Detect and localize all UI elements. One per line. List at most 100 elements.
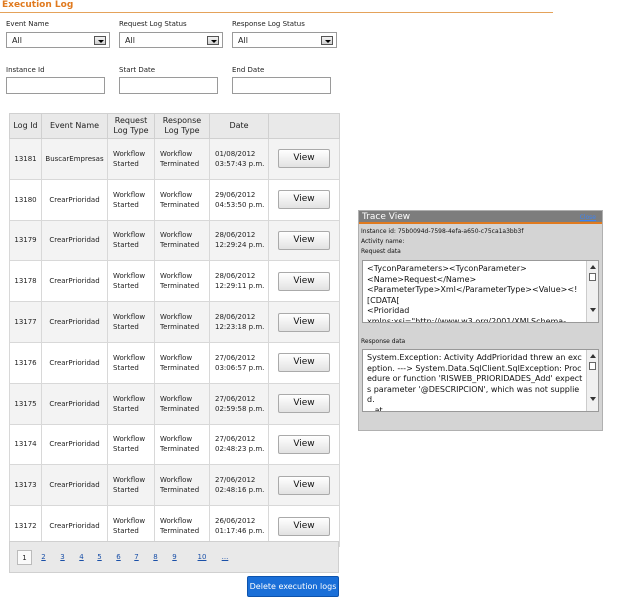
date-cell: 28/06/2012 12:23:18 p.m.: [209, 301, 269, 343]
chevron-down-icon[interactable]: [321, 36, 333, 45]
request-data-textarea[interactable]: <TyconParameters><TyconParameter> <Name>…: [362, 260, 599, 323]
table-row: 13176 CrearPrioridad Workflow Started Wo…: [9, 341, 340, 384]
date-cell: 27/06/2012 03:06:57 p.m.: [209, 341, 269, 384]
response-data-label: Response data: [361, 338, 406, 345]
request-data-text: <TyconParameters><TyconParameter> <Name>…: [367, 264, 578, 323]
page-link[interactable]: 7: [129, 550, 144, 565]
page-title: Execution Log: [2, 0, 74, 10]
log-id-cell: 13180: [9, 178, 42, 221]
close-link[interactable]: Close: [580, 214, 596, 221]
page-link[interactable]: 10: [193, 550, 211, 565]
delete-execution-logs-button[interactable]: Delete execution logs: [247, 576, 339, 597]
page-current: 1: [17, 550, 32, 565]
instance-id-label: Instance Id: [6, 66, 45, 74]
view-button[interactable]: View: [278, 312, 330, 332]
trace-view-panel: Trace View Close Instance id: 75b0094d-7…: [358, 210, 603, 431]
scroll-down-icon[interactable]: [590, 308, 596, 312]
view-button[interactable]: View: [278, 149, 330, 169]
response-type-cell: Workflow Terminated: [154, 138, 210, 180]
response-status-label: Response Log Status: [232, 20, 305, 28]
event-name-value: All: [12, 36, 22, 45]
event-name-cell: CrearPrioridad: [41, 301, 108, 343]
response-type-cell: Workflow Terminated: [154, 341, 210, 384]
response-data-textarea[interactable]: System.Exception: Activity AddPrioridad …: [362, 349, 599, 412]
header-date: Date: [209, 113, 269, 139]
response-type-cell: Workflow Terminated: [154, 178, 210, 221]
log-id-cell: 13174: [9, 423, 42, 466]
date-cell: 01/08/2012 03:57:43 p.m.: [209, 138, 269, 180]
action-cell: View: [268, 423, 340, 466]
instance-id-input[interactable]: [6, 77, 105, 94]
response-type-cell: Workflow Terminated: [154, 219, 210, 262]
header-log-id: Log Id: [9, 113, 42, 139]
view-button[interactable]: View: [278, 394, 330, 414]
end-date-input[interactable]: [232, 77, 331, 94]
response-data-text: System.Exception: Activity AddPrioridad …: [367, 353, 583, 412]
instance-id-line: Instance id: 75b0094d-7598-4efa-a650-c75…: [361, 228, 524, 235]
view-button[interactable]: View: [278, 190, 330, 210]
request-data-label: Request data: [361, 248, 401, 255]
view-button[interactable]: View: [278, 230, 330, 250]
table-row: 13173 CrearPrioridad Workflow Started Wo…: [9, 464, 340, 507]
start-date-input[interactable]: [119, 77, 218, 94]
page-link[interactable]: 4: [74, 550, 89, 565]
date-cell: 27/06/2012 02:59:58 p.m.: [209, 382, 269, 425]
chevron-down-icon[interactable]: [94, 36, 106, 45]
page-link[interactable]: 8: [148, 550, 163, 565]
scrollbar[interactable]: [586, 350, 598, 411]
table-row: 13177 CrearPrioridad Workflow Started Wo…: [9, 301, 340, 343]
end-date-label: End Date: [232, 66, 265, 74]
event-name-cell: CrearPrioridad: [41, 219, 108, 262]
action-cell: View: [268, 178, 340, 221]
pagination: 1 2 3 4 5 6 7 8 9 10 ...: [9, 541, 339, 573]
scroll-down-icon[interactable]: [590, 397, 596, 401]
response-status-value: All: [238, 36, 248, 45]
start-date-label: Start Date: [119, 66, 156, 74]
view-button[interactable]: View: [278, 516, 330, 536]
response-status-select[interactable]: All: [232, 32, 337, 48]
view-button[interactable]: View: [278, 475, 330, 495]
scroll-up-icon[interactable]: [590, 354, 596, 358]
execution-log-table: Log Id Event Name Request Log Type Respo…: [9, 113, 340, 547]
response-type-cell: Workflow Terminated: [154, 260, 210, 303]
request-status-select[interactable]: All: [119, 32, 223, 48]
page-link[interactable]: 9: [167, 550, 182, 565]
request-type-cell: Workflow Started: [107, 341, 155, 384]
page-link[interactable]: 6: [111, 550, 126, 565]
page-more-link[interactable]: ...: [216, 550, 234, 565]
action-cell: View: [268, 301, 340, 343]
event-name-cell: CrearPrioridad: [41, 260, 108, 303]
scroll-thumb[interactable]: [589, 273, 596, 281]
table-row: 13179 CrearPrioridad Workflow Started Wo…: [9, 219, 340, 262]
action-cell: View: [268, 260, 340, 303]
response-type-cell: Workflow Terminated: [154, 382, 210, 425]
page-link[interactable]: 2: [36, 550, 51, 565]
chevron-down-icon[interactable]: [207, 36, 219, 45]
event-name-cell: BuscarEmpresas: [41, 138, 108, 180]
trace-view-header: Trace View Close: [359, 211, 602, 224]
date-cell: 29/06/2012 04:53:50 p.m.: [209, 178, 269, 221]
event-name-cell: CrearPrioridad: [41, 178, 108, 221]
scroll-up-icon[interactable]: [590, 265, 596, 269]
page-link[interactable]: 5: [92, 550, 107, 565]
view-button[interactable]: View: [278, 271, 330, 291]
view-button[interactable]: View: [278, 353, 330, 373]
date-cell: 28/06/2012 12:29:11 p.m.: [209, 260, 269, 303]
trace-view-title: Trace View: [362, 212, 411, 222]
action-cell: View: [268, 382, 340, 425]
request-type-cell: Workflow Started: [107, 382, 155, 425]
scroll-thumb[interactable]: [589, 362, 596, 370]
page-link[interactable]: 3: [55, 550, 70, 565]
scrollbar[interactable]: [586, 261, 598, 322]
event-name-cell: CrearPrioridad: [41, 423, 108, 466]
date-cell: 27/06/2012 02:48:23 p.m.: [209, 423, 269, 466]
action-cell: View: [268, 219, 340, 262]
event-name-select[interactable]: All: [6, 32, 110, 48]
log-id-cell: 13178: [9, 260, 42, 303]
event-name-cell: CrearPrioridad: [41, 341, 108, 384]
log-id-cell: 13181: [9, 138, 42, 180]
view-button[interactable]: View: [278, 434, 330, 454]
table-header-row: Log Id Event Name Request Log Type Respo…: [9, 113, 340, 139]
response-type-cell: Workflow Terminated: [154, 423, 210, 466]
request-type-cell: Workflow Started: [107, 138, 155, 180]
